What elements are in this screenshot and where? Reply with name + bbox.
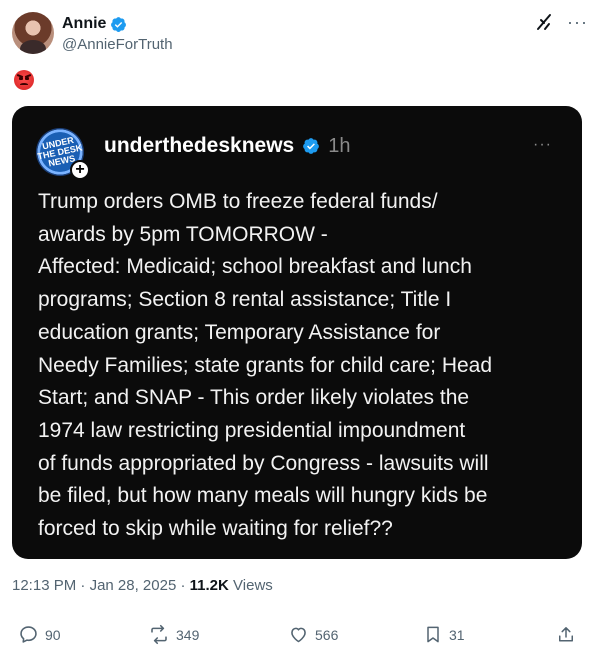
verified-badge-icon [111, 16, 127, 32]
post-meta: 12:13 PM · Jan 28, 2025 · 11.2K Views [12, 577, 273, 594]
quoted-post-text: Trump orders OMB to freeze federal funds… [38, 190, 493, 541]
views-label: Views [233, 577, 273, 594]
bookmark-count: 31 [449, 626, 465, 643]
top-actions: ··· [535, 12, 588, 32]
share-button[interactable] [556, 624, 576, 645]
bookmark-icon [427, 626, 439, 643]
quoted-post-image[interactable]: UNDER THE DESK NEWS + underthedesknews 1… [12, 106, 582, 559]
share-icon [559, 627, 573, 642]
follow-plus-icon: + [70, 160, 90, 180]
more-options-icon[interactable]: ··· [567, 12, 588, 32]
avatar[interactable] [12, 12, 54, 54]
quoted-post-time: 1h [328, 134, 351, 157]
author-handle[interactable]: @AnnieForTruth [62, 36, 173, 53]
post-time[interactable]: 12:13 PM [12, 577, 76, 594]
angry-face-emoji [14, 70, 34, 90]
post-header: Annie @AnnieForTruth ··· [12, 12, 588, 60]
quoted-account-name: underthedesknews [104, 134, 295, 157]
bookmark-button[interactable]: 31 [423, 624, 465, 645]
like-count: 566 [315, 626, 339, 643]
views-count: 11.2K [189, 577, 229, 594]
quoted-more-icon: ··· [533, 136, 552, 153]
author-name-row: Annie [62, 15, 127, 33]
reply-icon [20, 626, 37, 643]
repost-icon [151, 624, 167, 645]
post-date[interactable]: Jan 28, 2025 [90, 577, 177, 594]
heart-icon [291, 627, 306, 643]
quoted-name-row: underthedesknews 1h [104, 134, 350, 158]
repost-button[interactable]: 349 [148, 624, 199, 645]
grok-icon[interactable] [535, 12, 555, 32]
repost-count: 349 [176, 626, 200, 643]
action-bar: 90 349 566 31 [18, 624, 580, 648]
like-button[interactable]: 566 [288, 624, 338, 645]
author-display-name[interactable]: Annie [62, 15, 106, 33]
reply-count: 90 [45, 626, 61, 643]
quoted-verified-badge-icon [303, 138, 320, 154]
reply-button[interactable]: 90 [18, 624, 61, 645]
